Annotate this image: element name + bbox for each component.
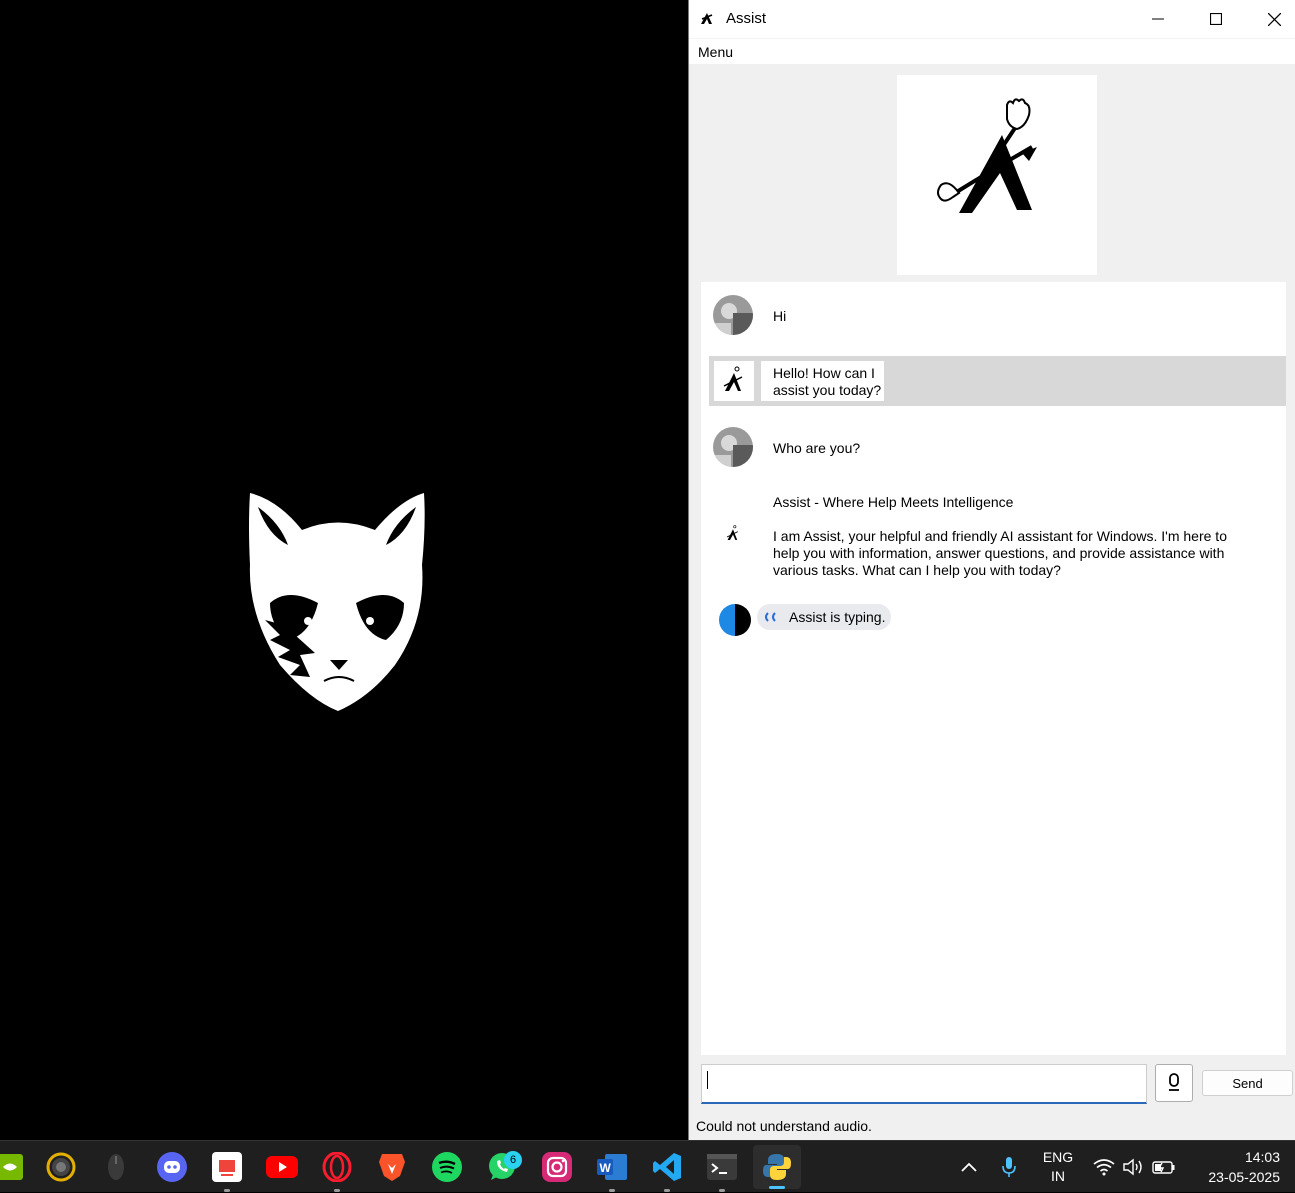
youtube-icon bbox=[266, 1156, 298, 1178]
user-photo bbox=[713, 427, 753, 467]
mouse-app[interactable] bbox=[100, 1151, 132, 1183]
youtube-app[interactable] bbox=[266, 1151, 298, 1183]
battery-charging-icon bbox=[1152, 1161, 1175, 1174]
assist-logo-icon bbox=[701, 13, 713, 24]
word-icon: W bbox=[597, 1154, 627, 1180]
text-caret bbox=[707, 1071, 708, 1089]
spotify-icon bbox=[432, 1152, 462, 1182]
discord-icon bbox=[157, 1152, 187, 1182]
menu-bar: Menu bbox=[689, 38, 1295, 64]
battery-button[interactable] bbox=[1151, 1141, 1177, 1193]
assist-window: Assist Menu Hi Hello! How can I assist y… bbox=[688, 0, 1295, 1140]
maximize-button[interactable] bbox=[1187, 0, 1245, 38]
discord-app[interactable] bbox=[156, 1151, 188, 1183]
assist-logo-icon bbox=[723, 366, 743, 391]
maximize-icon bbox=[1210, 13, 1222, 25]
chat-area[interactable]: Hi Hello! How can I assist you today? Wh… bbox=[701, 282, 1286, 1055]
brave-app[interactable] bbox=[376, 1151, 408, 1183]
svg-text:W: W bbox=[600, 1161, 612, 1175]
microphone-button[interactable] bbox=[1155, 1064, 1193, 1102]
microphone-icon bbox=[1169, 1073, 1179, 1091]
loading-spinner-icon bbox=[719, 604, 751, 636]
region-line: IN bbox=[1051, 1168, 1065, 1184]
network-button[interactable] bbox=[1092, 1141, 1116, 1193]
vscode-icon bbox=[653, 1153, 681, 1181]
anydesk-app[interactable] bbox=[211, 1151, 243, 1192]
opera-app[interactable] bbox=[321, 1151, 353, 1192]
mouse-app-icon bbox=[108, 1154, 124, 1180]
send-button[interactable]: Send bbox=[1202, 1070, 1293, 1096]
brave-icon bbox=[379, 1154, 405, 1181]
volume-icon bbox=[1123, 1158, 1142, 1176]
color-app-icon bbox=[46, 1152, 76, 1182]
message-input[interactable] bbox=[701, 1064, 1147, 1104]
assist-message-body: I am Assist, your helpful and friendly A… bbox=[773, 528, 1273, 579]
window-title: Assist bbox=[726, 10, 767, 27]
assist-message-bubble: Hello! How can I assist you today? bbox=[761, 361, 884, 401]
close-icon bbox=[1267, 12, 1281, 26]
clock-date: 23-05-2025 bbox=[1208, 1169, 1280, 1185]
assist-message-line: help you with information, answer questi… bbox=[773, 545, 1225, 561]
wifi-icon bbox=[1093, 1159, 1115, 1176]
color-app[interactable] bbox=[45, 1151, 77, 1183]
assist-message-heading: Assist - Where Help Meets Intelligence bbox=[773, 494, 1014, 510]
typing-pill: Assist is typing. bbox=[757, 604, 891, 630]
taskbar: W 6 ENG IN 14:03 23-05-2025 bbox=[0, 1140, 1295, 1192]
python-icon bbox=[763, 1154, 791, 1180]
active-indicator bbox=[769, 1186, 785, 1189]
volume-button[interactable] bbox=[1121, 1141, 1145, 1193]
user-avatar bbox=[713, 427, 753, 467]
whatsapp-notification-badge: 6 bbox=[504, 1151, 522, 1169]
anydesk-icon bbox=[212, 1152, 242, 1182]
terminal-app[interactable] bbox=[706, 1151, 738, 1192]
typing-text: Assist is typing. bbox=[789, 609, 886, 625]
status-message: Could not understand audio. bbox=[696, 1118, 872, 1134]
vscode-app[interactable] bbox=[651, 1151, 683, 1192]
assist-message-line: Hello! How can I bbox=[773, 365, 875, 381]
spotify-app[interactable] bbox=[431, 1151, 463, 1183]
clock-time: 14:03 bbox=[1244, 1149, 1280, 1165]
show-hidden-icons-button[interactable] bbox=[957, 1141, 981, 1193]
clock[interactable]: 14:03 23-05-2025 bbox=[1188, 1141, 1280, 1193]
nvidia-app[interactable] bbox=[0, 1151, 26, 1183]
microphone-icon bbox=[1002, 1157, 1016, 1177]
assist-mascot-logo bbox=[937, 98, 1037, 213]
user-photo bbox=[713, 295, 753, 335]
instagram-icon bbox=[542, 1152, 572, 1182]
python-app[interactable] bbox=[753, 1145, 801, 1189]
close-button[interactable] bbox=[1245, 0, 1295, 38]
assist-message-line: various tasks. What can I help you with … bbox=[773, 562, 1061, 578]
assist-message-line: assist you today? bbox=[773, 382, 882, 398]
terminal-icon bbox=[707, 1154, 737, 1180]
instagram-app[interactable] bbox=[541, 1151, 573, 1183]
user-avatar bbox=[713, 295, 753, 335]
typing-dots-icon bbox=[765, 612, 776, 622]
assist-message-row: Hello! How can I assist you today? bbox=[709, 356, 1286, 406]
assist-logo-icon bbox=[726, 525, 739, 540]
opera-icon bbox=[322, 1152, 352, 1182]
menu-item[interactable]: Menu bbox=[698, 44, 733, 60]
language-indicator[interactable]: ENG IN bbox=[1037, 1141, 1079, 1193]
user-message: Hi bbox=[773, 308, 787, 324]
language-line: ENG bbox=[1042, 1149, 1074, 1165]
cat-mask-wallpaper bbox=[249, 493, 425, 711]
word-app[interactable]: W bbox=[596, 1151, 628, 1192]
assist-logo-panel bbox=[897, 75, 1097, 275]
assist-message-line: I am Assist, your helpful and friendly A… bbox=[773, 528, 1227, 544]
minimize-button[interactable] bbox=[1129, 0, 1187, 38]
chevron-up-icon bbox=[961, 1162, 977, 1172]
title-bar[interactable]: Assist bbox=[689, 0, 1295, 38]
assist-avatar bbox=[714, 361, 754, 401]
nvidia-icon bbox=[0, 1154, 23, 1180]
minimize-icon bbox=[1152, 18, 1164, 20]
microphone-tray-button[interactable] bbox=[997, 1141, 1021, 1193]
user-message: Who are you? bbox=[773, 440, 861, 456]
